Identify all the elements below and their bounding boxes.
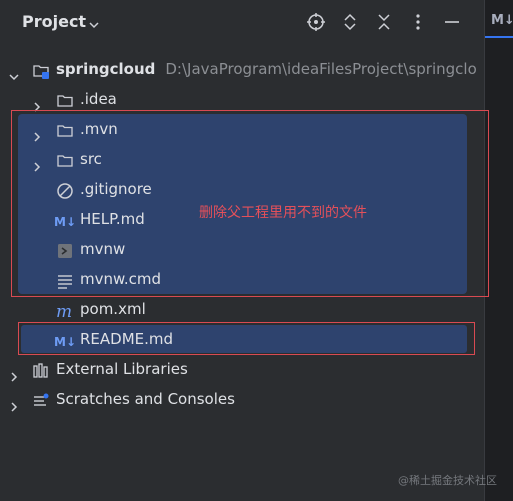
module-folder-icon (32, 60, 50, 79)
tree-item-pom-xml[interactable]: m pom.xml (0, 294, 484, 324)
minimize-icon[interactable] (442, 12, 462, 32)
tree-item-label: External Libraries (56, 360, 188, 378)
chevron-right-icon[interactable] (8, 363, 20, 382)
annotation-box-readme (18, 322, 475, 355)
annotation-text: 删除父工程里用不到的文件 (199, 205, 367, 221)
svg-text:m: m (56, 302, 72, 320)
folder-icon (56, 90, 74, 108)
locate-icon[interactable] (306, 12, 326, 32)
editor-tab-fragment[interactable]: M↓ (491, 13, 513, 31)
tree-external-libraries[interactable]: External Libraries (0, 354, 484, 384)
expand-all-icon[interactable] (340, 12, 360, 32)
active-tab-indicator (485, 36, 513, 38)
library-icon (32, 360, 50, 378)
tree-scratches-consoles[interactable]: Scratches and Consoles (0, 384, 484, 414)
tree-item-label: pom.xml (80, 300, 146, 318)
collapse-all-icon[interactable] (374, 12, 394, 32)
chevron-right-icon[interactable] (31, 93, 43, 112)
project-title[interactable]: Project (22, 12, 86, 31)
chevron-down-icon[interactable] (8, 63, 20, 81)
scratches-icon (32, 390, 50, 408)
root-path: D:\JavaProgram\ideaFilesProject\springcl… (165, 60, 477, 78)
chevron-down-icon[interactable] (88, 16, 100, 35)
watermark: @稀土掘金技术社区 (398, 474, 497, 487)
root-label: springcloud D:\JavaProgram\ideaFilesProje… (56, 54, 477, 84)
root-name: springcloud (56, 60, 156, 78)
project-header: Project (0, 0, 484, 44)
chevron-right-icon[interactable] (8, 393, 20, 412)
tree-item-label: Scratches and Consoles (56, 390, 235, 408)
more-options-icon[interactable] (408, 12, 428, 32)
project-tool-window: Project M↓ springcloud D:\JavaProgram\id… (0, 0, 513, 501)
maven-icon: m (56, 300, 74, 322)
tree-root-springcloud[interactable]: springcloud D:\JavaProgram\ideaFilesProje… (0, 54, 484, 84)
